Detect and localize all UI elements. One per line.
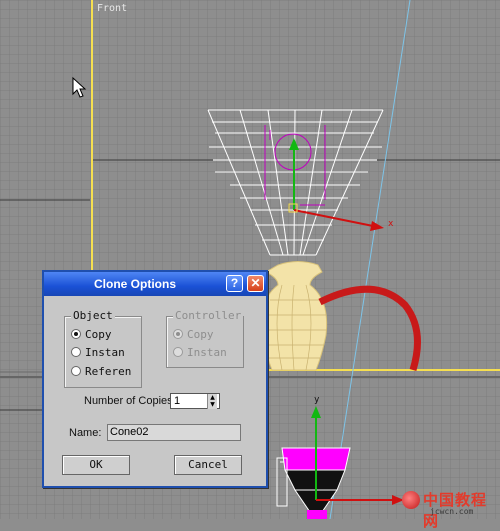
radio-reference[interactable]: Referen [71,365,131,379]
ok-button[interactable]: OK [62,455,130,475]
radio-icon [71,366,81,376]
controller-radio-instance: Instan [173,346,227,360]
object-group: Object Copy Instan Referen [64,309,142,388]
axis-y-label-bottom: y [314,395,320,405]
controller-group-label: Controller [173,309,244,322]
dialog-titlebar[interactable]: Clone Options ? ✕ [44,272,266,296]
controller-group: Controller Copy Instan [166,309,244,368]
help-button[interactable]: ? [226,275,243,292]
watermark-url: jcwcn.com [430,507,474,516]
axis-x-label: x [388,219,394,229]
copies-label: Number of Copies: [84,395,176,407]
radio-instance[interactable]: Instan [71,346,125,360]
radio-icon [71,347,81,357]
name-label: Name: [69,427,102,439]
dialog-title: Clone Options [94,277,176,291]
watermark-logo-icon [402,491,420,509]
controller-radio-copy: Copy [173,328,214,342]
viewport-label[interactable]: Front [97,3,127,14]
close-button[interactable]: ✕ [247,275,264,292]
object-group-label: Object [71,309,115,322]
radio-selected-icon [173,329,183,339]
radio-icon [173,347,183,357]
clone-options-dialog: Clone Options ? ✕ Object Copy Instan Ref… [42,270,268,488]
spinner-down-icon[interactable]: ▼ [207,401,217,409]
cancel-button[interactable]: Cancel [174,455,242,475]
radio-copy[interactable]: Copy [71,328,112,342]
radio-selected-icon [71,329,81,339]
name-field[interactable]: Cone02 [107,424,241,441]
